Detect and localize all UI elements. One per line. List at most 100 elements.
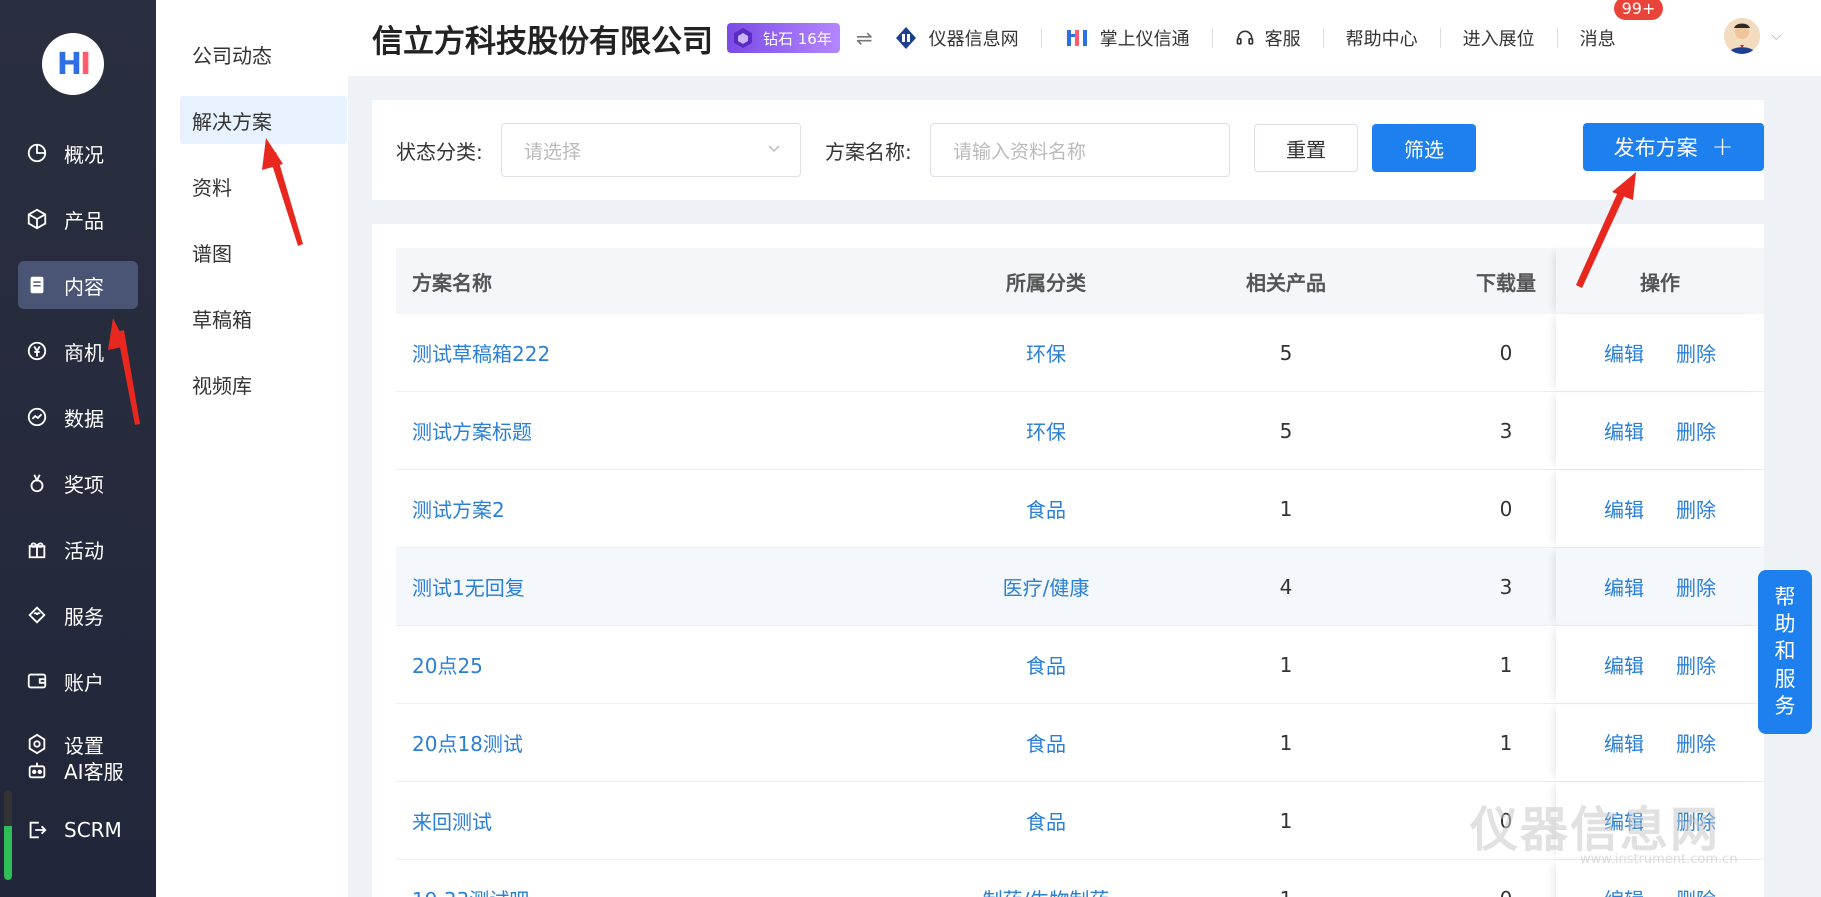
related-products-count: 1 [1279,808,1293,833]
edit-button[interactable]: 编辑 [1604,728,1644,757]
edit-button[interactable]: 编辑 [1604,494,1644,523]
sidebar-item-activities[interactable]: 活动 [18,525,138,573]
scrollbar-thumb[interactable] [4,826,12,880]
solution-name-link[interactable]: 20点18测试 [412,728,523,757]
submenu-item-company-news[interactable]: 公司动态 [180,30,347,78]
submenu-item-spectra[interactable]: 谱图 [180,228,347,276]
header-link-support[interactable]: 客服 [1235,25,1301,51]
robot-icon [26,759,48,781]
company-name: 信立方科技股份有限公司 [372,23,713,60]
row-actions: 编辑 删除 [1556,548,1764,625]
category-link[interactable]: 食品 [936,650,1156,679]
brand-logo[interactable]: HI [42,33,104,95]
category-link[interactable]: 医疗/健康 [936,572,1156,601]
download-count: 3 [1499,418,1513,443]
medal-icon [26,472,48,494]
headset-icon [1235,25,1255,51]
help-char: 服 [1774,666,1796,691]
header-link-help-center[interactable]: 帮助中心 [1346,25,1418,51]
edit-button[interactable]: 编辑 [1604,338,1644,367]
table-row: 测试方案2 食品 1 0 编辑 删除 [396,470,1764,548]
membership-badge-text: 钻石 16年 [763,29,832,48]
filter-button[interactable]: 筛选 [1372,124,1476,172]
submenu-item-materials[interactable]: 资料 [180,162,347,210]
category-link[interactable]: 食品 [936,728,1156,757]
solution-name-link[interactable]: 测试1无回复 [412,572,525,601]
related-products-count: 1 [1279,730,1293,755]
submenu-item-solutions[interactable]: 解决方案 [180,96,347,144]
swap-icon[interactable]: ⇌ [856,26,873,50]
submenu-label: 谱图 [192,241,232,266]
status-select[interactable]: 请选择 [501,123,801,177]
sidebar-item-label: AI客服 [64,759,124,784]
avatar[interactable] [1724,18,1760,54]
row-actions: 编辑 删除 [1556,704,1764,781]
header-link-instrument-net[interactable]: 仪器信息网 [893,25,1019,51]
column-header-ops: 操作 [1556,248,1764,314]
download-count: 1 [1499,652,1513,677]
sidebar-item-scrm[interactable]: SCRM [18,807,138,853]
solution-name-link[interactable]: 19.33测试吧 [412,884,529,897]
header-link-mobile-app[interactable]: 掌上仪信通 [1064,25,1190,51]
delete-button[interactable]: 删除 [1676,728,1716,757]
delete-button[interactable]: 删除 [1676,572,1716,601]
top-header: 信立方科技股份有限公司 钻石 16年 ⇌ 仪器信息网 掌上仪信通 客服 帮助中心… [348,0,1821,76]
scrollbar-track[interactable] [4,790,12,880]
publish-button-label: 发布方案 [1613,136,1698,160]
sidebar-item-label: 数据 [64,406,104,431]
name-filter-label: 方案名称: [825,140,912,164]
membership-badge[interactable]: 钻石 16年 [727,23,840,53]
solution-name-link[interactable]: 20点25 [412,650,483,679]
category-link[interactable]: 环保 [936,416,1156,445]
edit-button[interactable]: 编辑 [1604,416,1644,445]
header-link-label: 消息 [1579,29,1616,50]
name-search-input[interactable]: 请输入资料名称 [930,123,1230,177]
category-link[interactable]: 食品 [936,494,1156,523]
category-link[interactable]: 制药/生物制药 [936,884,1156,897]
table-row: 测试草稿箱222 环保 5 0 编辑 删除 [396,314,1764,392]
sidebar-item-opportunities[interactable]: 商机 [18,327,138,375]
chevron-down-icon[interactable]: ⌵ [1771,28,1782,44]
delete-button[interactable]: 删除 [1676,338,1716,367]
sidebar-item-ai-service[interactable]: AI客服 [18,750,138,790]
column-header-category: 所属分类 [1006,270,1086,295]
name-search-placeholder: 请输入资料名称 [953,140,1087,163]
edit-button[interactable]: 编辑 [1604,572,1644,601]
sidebar-item-account[interactable]: 账户 [18,657,138,705]
category-link[interactable]: 食品 [936,806,1156,835]
sidebar-item-label: 活动 [64,538,104,563]
sidebar-item-awards[interactable]: 奖项 [18,459,138,507]
sidebar-item-data[interactable]: 数据 [18,393,138,441]
sidebar-item-content[interactable]: 内容 [18,261,138,309]
delete-button[interactable]: 删除 [1676,884,1716,897]
filter-panel: 状态分类: 请选择 方案名称: 请输入资料名称 重置 筛选 发布方案 + [372,100,1764,200]
delete-button[interactable]: 删除 [1676,416,1716,445]
header-link-messages[interactable]: 消息 99+ [1579,0,1664,51]
submenu-item-video-library[interactable]: 视频库 [180,360,347,408]
delete-button[interactable]: 删除 [1676,650,1716,679]
header-link-booth[interactable]: 进入展位 [1463,25,1535,51]
solution-name-link[interactable]: 来回测试 [412,806,492,835]
solution-name-link[interactable]: 测试方案2 [412,494,505,523]
sidebar-item-overview[interactable]: 概况 [18,129,138,177]
reset-button[interactable]: 重置 [1254,124,1358,172]
row-actions: 编辑 删除 [1556,470,1764,547]
solution-name-link[interactable]: 测试草稿箱222 [412,338,550,367]
publish-solution-button[interactable]: 发布方案 + [1583,123,1764,171]
category-link[interactable]: 环保 [936,338,1156,367]
solution-name-link[interactable]: 测试方案标题 [412,416,532,445]
help-service-button[interactable]: 帮 助 和 服 务 [1758,570,1812,734]
related-products-count: 4 [1279,574,1293,599]
help-char: 帮 [1774,584,1796,609]
gem-icon [734,28,752,48]
submenu-item-drafts[interactable]: 草稿箱 [180,294,347,342]
logo-mark: HI [56,46,91,82]
sidebar-item-products[interactable]: 产品 [18,195,138,243]
edit-button[interactable]: 编辑 [1604,884,1644,897]
related-products-count: 5 [1279,418,1293,443]
delete-button[interactable]: 删除 [1676,494,1716,523]
sidebar-item-label: SCRM [64,818,122,842]
sidebar-item-services[interactable]: 服务 [18,591,138,639]
instrument-net-logo-icon [893,25,919,51]
edit-button[interactable]: 编辑 [1604,650,1644,679]
